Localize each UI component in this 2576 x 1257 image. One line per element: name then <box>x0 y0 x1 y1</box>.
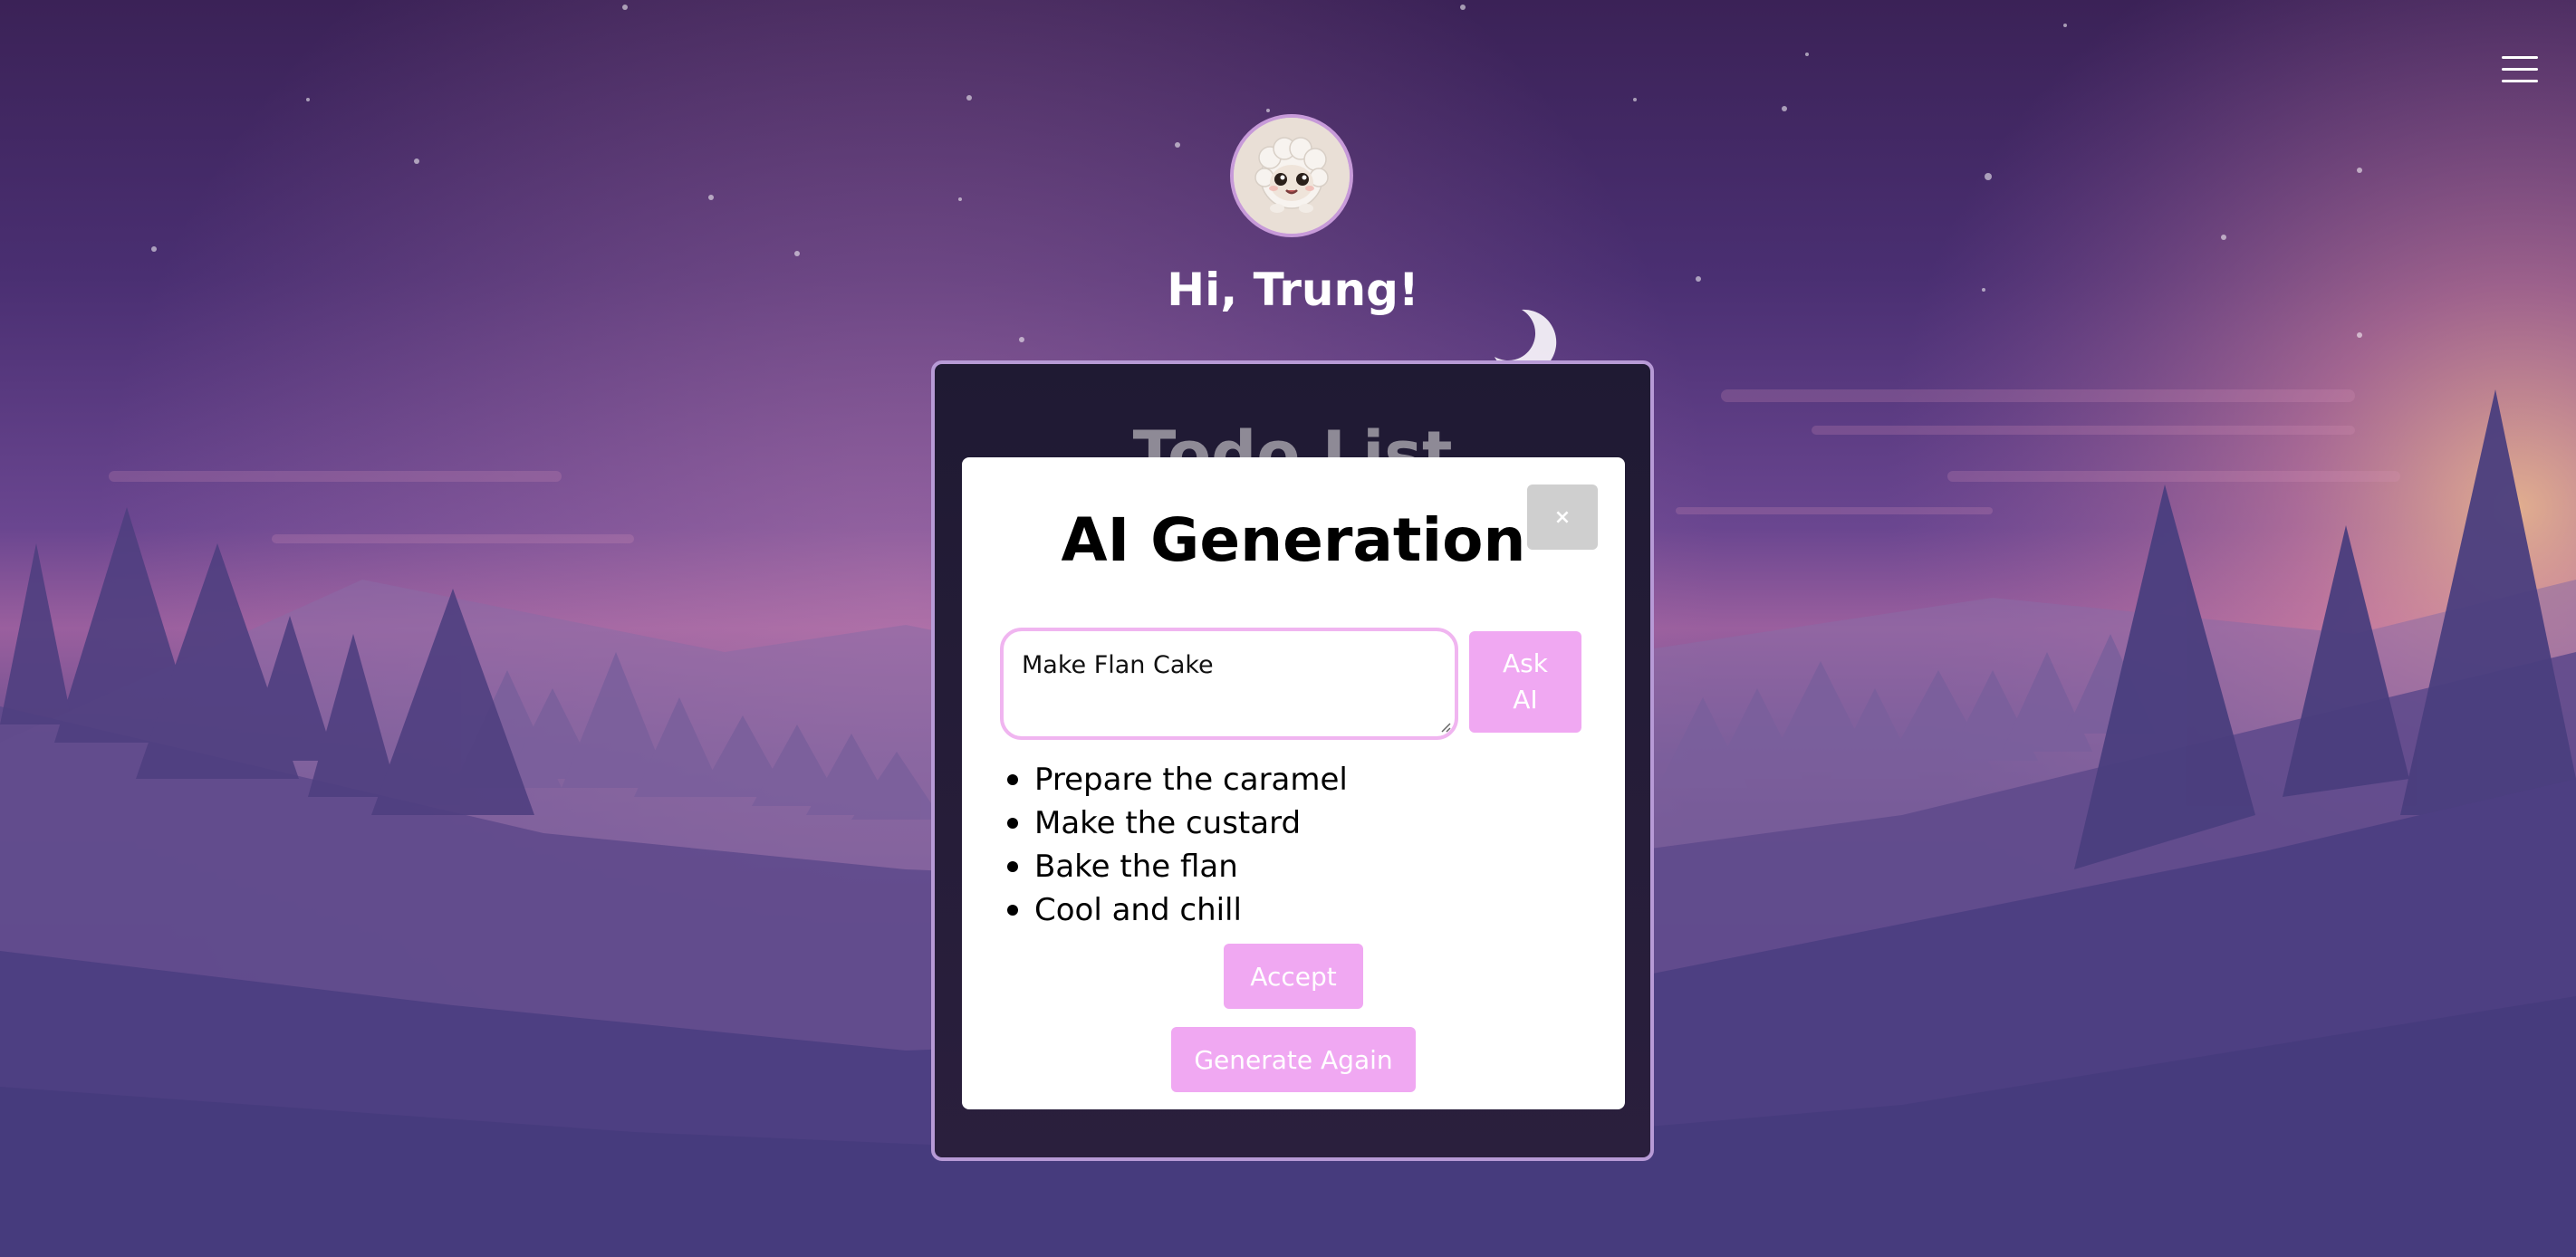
list-item-text: Bake the flan <box>1034 849 1238 885</box>
bullet-icon <box>1007 774 1018 785</box>
ask-ai-button[interactable]: Ask AI <box>1469 631 1581 733</box>
resize-grip-icon[interactable] <box>1438 720 1451 733</box>
generated-steps-list: Prepare the caramel Make the custard Bak… <box>1007 758 1348 932</box>
list-item-text: Prepare the caramel <box>1034 762 1348 798</box>
bullet-icon <box>1007 861 1018 872</box>
bullet-icon <box>1007 818 1018 829</box>
list-item-text: Cool and chill <box>1034 892 1242 928</box>
list-item: Bake the flan <box>1007 845 1348 888</box>
bullet-icon <box>1007 905 1018 916</box>
generate-again-button[interactable]: Generate Again <box>1171 1027 1416 1092</box>
ai-generation-modal: AI Generation × Make Flan Cake Ask AI Pr… <box>962 457 1625 1109</box>
prompt-input[interactable]: Make Flan Cake <box>1000 628 1458 740</box>
list-item-text: Make the custard <box>1034 805 1302 841</box>
greeting-heading: Hi, Trung! <box>1167 264 1419 316</box>
list-item: Make the custard <box>1007 801 1348 845</box>
list-item: Prepare the caramel <box>1007 758 1348 801</box>
fluffy-creature-avatar <box>1234 118 1350 234</box>
app-background: Hi, Trung! Todo List AI Generation × Mak… <box>0 0 2576 1257</box>
accept-button[interactable]: Accept <box>1224 944 1363 1009</box>
modal-title: AI Generation <box>1061 505 1526 575</box>
menu-bar <box>2502 56 2538 59</box>
list-item: Cool and chill <box>1007 888 1348 932</box>
menu-bar <box>2502 80 2538 82</box>
hamburger-menu-icon[interactable] <box>2502 56 2538 83</box>
menu-bar <box>2502 68 2538 71</box>
avatar <box>1230 114 1353 237</box>
close-button[interactable]: × <box>1527 485 1598 550</box>
